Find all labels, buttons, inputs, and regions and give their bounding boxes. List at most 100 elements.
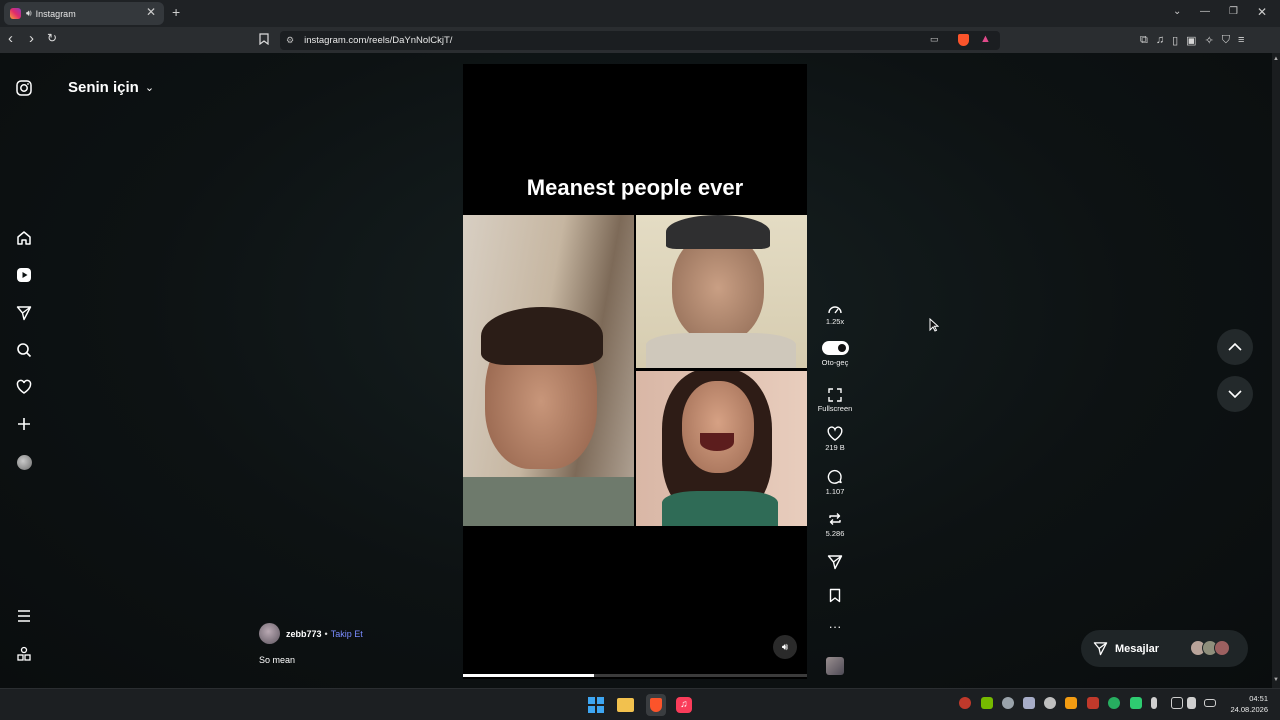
page-scrollbar[interactable]: ▲ ▼ (1272, 53, 1280, 688)
windows-start-icon[interactable] (588, 697, 604, 713)
address-bar[interactable]: ⚙ instagram.com/reels/DaYnNolCkjT/ ▭ ▲ (280, 31, 1000, 50)
author-username[interactable]: zebb773 (286, 629, 322, 639)
comment-button[interactable]: 1.107 (814, 469, 856, 496)
direct-send-icon[interactable] (14, 303, 34, 323)
repost-button[interactable]: 5.286 (814, 511, 856, 538)
tab-list-chevron-icon[interactable]: ⌄ (1173, 6, 1181, 17)
comment-count: 1.107 (825, 487, 845, 496)
share-button[interactable] (814, 554, 856, 572)
cast-icon[interactable]: ▭ (930, 34, 939, 45)
video-caption-overlay: Meanest people ever (526, 175, 744, 200)
music-icon[interactable]: ♫ (1156, 34, 1164, 46)
brave-shields-icon[interactable] (958, 34, 969, 46)
instagram-page: Senin için ⌄ zebb773 • Takip Et So mean … (0, 53, 1280, 688)
minimize-icon[interactable]: — (1200, 6, 1210, 17)
next-reel-button[interactable] (1217, 376, 1253, 412)
video-progress-track[interactable] (463, 674, 807, 677)
video-frame-top-right (636, 215, 807, 368)
menu-icon[interactable]: ≡ (1238, 34, 1244, 46)
create-plus-icon[interactable] (14, 414, 34, 434)
messages-label: Mesajlar (1115, 642, 1160, 655)
reel-video-player[interactable]: Meanest people ever 🔊︎ (463, 64, 807, 679)
feed-title: Senin için (68, 79, 139, 96)
tray-app-5-icon[interactable] (1108, 697, 1120, 709)
tray-nvidia-icon[interactable] (981, 697, 993, 709)
battery-icon[interactable] (1204, 699, 1216, 707)
message-avatars (1190, 640, 1234, 656)
like-button[interactable]: 219 B (814, 426, 856, 452)
tab-title: Instagram (35, 8, 76, 19)
reload-icon[interactable]: ↻ (47, 31, 57, 45)
profile-avatar[interactable] (14, 452, 34, 472)
reels-icon[interactable] (14, 265, 34, 285)
mouse-cursor-icon (929, 317, 940, 337)
taskbar-clock[interactable]: 04:51 24.08.2026 (1222, 693, 1268, 715)
previous-reel-button[interactable] (1217, 329, 1253, 365)
follow-link[interactable]: Takip Et (331, 629, 363, 639)
extensions-icon[interactable]: ⧉ (1140, 34, 1148, 47)
autoplay-toggle[interactable]: Oto-geç (814, 341, 856, 367)
browser-tab-bar: 🔊︎ Instagram ✕ + ⌄ — ❐ ✕ (0, 0, 1280, 27)
speed-value: 1.25x (825, 317, 845, 326)
tab-close-icon[interactable]: ✕ (146, 5, 156, 19)
leo-ai-icon[interactable]: ✧ (1205, 34, 1214, 47)
feed-selector[interactable]: Senin için ⌄ (68, 79, 154, 96)
fullscreen-button[interactable]: Fullscreen (814, 388, 856, 413)
new-tab-button[interactable]: + (172, 4, 180, 20)
more-menu-icon[interactable] (14, 606, 34, 626)
comment-icon (827, 469, 842, 484)
site-info-icon[interactable]: ⚙ (286, 35, 294, 46)
fullscreen-icon (828, 388, 842, 402)
music-app-icon[interactable]: ♫ (676, 697, 692, 713)
also-from-meta-icon[interactable] (14, 644, 34, 664)
instagram-favicon-icon (10, 8, 21, 19)
microphone-icon[interactable] (1151, 697, 1157, 709)
heart-icon (827, 426, 843, 441)
toggle-switch-icon (821, 341, 849, 355)
browser-tab[interactable]: 🔊︎ Instagram ✕ (4, 2, 164, 25)
playback-speed-button[interactable]: 1.25x (814, 303, 856, 326)
tray-app-2-icon[interactable] (1044, 697, 1056, 709)
mute-toggle-button[interactable]: 🔊︎ (773, 635, 797, 659)
tray-app-6-icon[interactable] (1130, 697, 1142, 709)
volume-icon[interactable] (1187, 697, 1196, 709)
messages-button[interactable]: Mesajlar (1081, 630, 1248, 667)
instagram-logo-icon[interactable] (14, 78, 34, 98)
network-icon[interactable] (1171, 697, 1183, 709)
file-explorer-icon[interactable] (617, 698, 634, 712)
like-count: 219 B (825, 443, 845, 452)
back-icon[interactable]: ‹ (8, 30, 13, 47)
home-icon[interactable] (14, 228, 34, 248)
close-window-icon[interactable]: ✕ (1257, 5, 1267, 19)
toolbar-extensions: ⧉ ♫ ▯ ▣ ✧ ⛉ ≡ (1140, 33, 1276, 47)
search-icon[interactable] (14, 340, 34, 360)
tray-app-4-icon[interactable] (1087, 697, 1099, 709)
url-text[interactable]: instagram.com/reels/DaYnNolCkjT/ (304, 35, 452, 46)
sidebar-icon[interactable]: ▯ (1172, 34, 1178, 47)
tray-app-3-icon[interactable] (1065, 697, 1077, 709)
bookmark-page-icon[interactable] (259, 32, 269, 50)
audio-thumbnail[interactable] (814, 657, 856, 675)
forward-icon[interactable]: › (29, 30, 34, 47)
fullscreen-label: Fullscreen (817, 404, 853, 413)
wallet-icon[interactable]: ▣ (1186, 34, 1196, 47)
tray-steam-icon[interactable] (1002, 697, 1014, 709)
vpn-icon[interactable]: ⛉ (1222, 34, 1230, 47)
tray-discord-icon[interactable] (1023, 697, 1035, 709)
maximize-icon[interactable]: ❐ (1229, 6, 1238, 17)
author-avatar[interactable] (259, 623, 280, 644)
messages-send-icon (1093, 642, 1108, 656)
video-frame-left (463, 215, 634, 526)
audio-thumbnail-image (826, 657, 844, 675)
notifications-heart-icon[interactable] (14, 377, 34, 397)
more-options-button[interactable]: ··· (814, 619, 856, 634)
chevron-down-icon (1228, 390, 1242, 398)
chevron-down-icon: ⌄ (144, 82, 155, 94)
brave-rewards-icon[interactable]: ▲ (980, 33, 991, 45)
more-dots-icon: ··· (828, 619, 842, 634)
clock-time: 04:51 (1249, 694, 1268, 703)
brave-browser-icon[interactable] (646, 694, 666, 716)
tray-app-1-icon[interactable] (959, 697, 971, 709)
autoplay-label: Oto-geç (821, 358, 849, 367)
save-button[interactable] (814, 588, 856, 605)
